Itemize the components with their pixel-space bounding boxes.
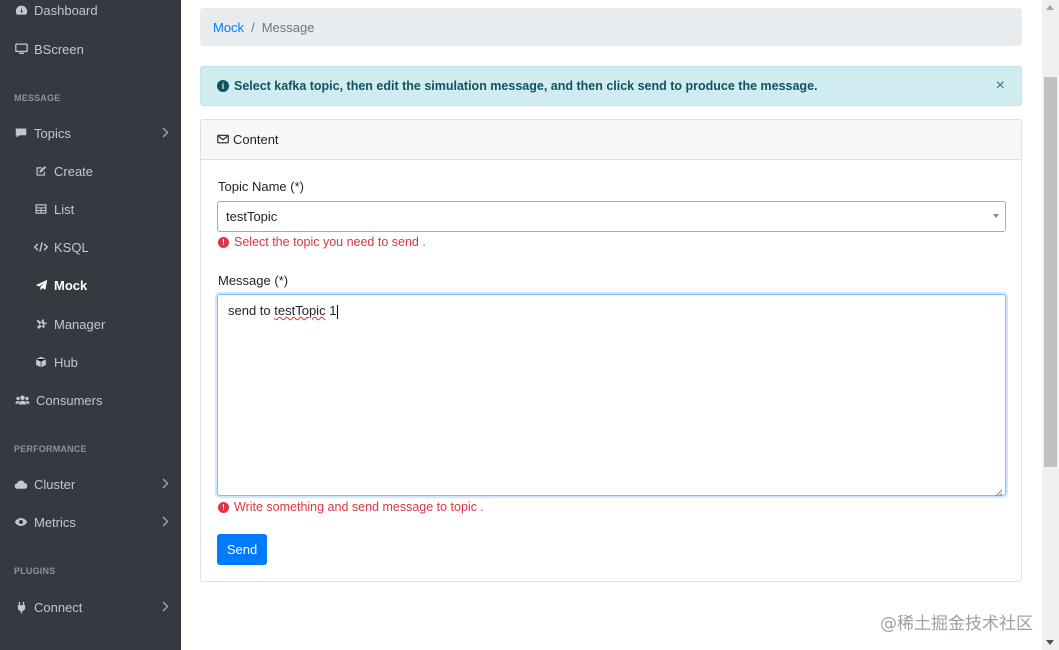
sidebar-item-ksql[interactable]: KSQL <box>0 230 181 264</box>
breadcrumb-current: Message <box>261 19 315 35</box>
sidebar-item-hub[interactable]: Hub <box>0 345 181 379</box>
info-alert: i Select kafka topic, then edit the simu… <box>200 66 1022 106</box>
card-header: Content <box>201 120 1021 160</box>
topic-name-label: Topic Name (*) <box>218 179 304 194</box>
sidebar-item-label: Hub <box>54 354 78 370</box>
exclamation-circle-icon: ! <box>218 501 229 513</box>
cube-icon <box>34 355 48 369</box>
message-text-prefix: send to <box>228 303 275 318</box>
sidebar-item-mock[interactable]: Mock <box>0 268 181 302</box>
desktop-icon <box>14 42 28 56</box>
sidebar-item-list[interactable]: List <box>0 192 181 226</box>
topic-select[interactable]: testTopic <box>217 201 1006 232</box>
resize-handle-icon[interactable] <box>995 485 1003 497</box>
users-icon <box>14 393 30 407</box>
comment-icon <box>14 126 28 140</box>
sidebar-item-connect[interactable]: Connect <box>0 590 181 624</box>
sidebar-item-topics[interactable]: Topics <box>0 116 181 150</box>
chevron-right-icon <box>162 477 169 492</box>
breadcrumb-link-mock[interactable]: Mock <box>213 20 244 35</box>
sidebar-item-create[interactable]: Create <box>0 154 181 188</box>
topic-select-value: testTopic <box>226 209 278 224</box>
dropdown-caret-icon <box>993 214 999 218</box>
sidebar-item-cluster[interactable]: Cluster <box>0 467 181 501</box>
sidebar-item-label: Topics <box>34 125 71 141</box>
info-circle-icon: i <box>217 80 229 92</box>
sidebar-item-label: Consumers <box>36 392 103 408</box>
sidebar-item-metrics[interactable]: Metrics <box>0 505 181 539</box>
sidebar-item-manager[interactable]: Manager <box>0 307 181 341</box>
sidebar-item-label: List <box>54 201 75 217</box>
send-button[interactable]: Send <box>217 534 267 565</box>
edit-icon <box>34 164 48 178</box>
sidebar-item-label: Create <box>54 163 94 179</box>
message-error: ! Write something and send message to to… <box>218 500 484 514</box>
sidebar-item-label: Dashboard <box>34 2 98 18</box>
code-icon <box>34 240 48 254</box>
message-label: Message (*) <box>218 273 289 288</box>
breadcrumb: Mock / Message <box>200 8 1022 46</box>
tools-icon <box>34 317 48 331</box>
message-text-word: testTopic <box>274 303 326 318</box>
sidebar-item-label: Manager <box>54 316 106 332</box>
sidebar-item-label: Mock <box>54 277 88 293</box>
sidebar-item-consumers[interactable]: Consumers <box>0 383 181 417</box>
eye-icon <box>14 515 28 529</box>
sidebar-item-bscreen[interactable]: BScreen <box>0 32 181 66</box>
sidebar-header-plugins: PLUGINS <box>14 566 56 576</box>
table-icon <box>34 202 48 216</box>
sidebar-item-label: Metrics <box>34 514 76 530</box>
chevron-right-icon <box>162 600 169 615</box>
message-textarea[interactable]: send to testTopic 1 <box>217 294 1006 497</box>
tachometer-icon <box>14 3 28 17</box>
exclamation-circle-icon: ! <box>218 236 229 248</box>
alert-text: Select kafka topic, then edit the simula… <box>234 79 818 93</box>
close-icon[interactable]: × <box>996 77 1005 95</box>
watermark: @稀土掘金技术社区 <box>880 614 1033 634</box>
message-text-suffix: 1 <box>325 303 337 318</box>
scrollbar-thumb[interactable] <box>1044 77 1057 467</box>
sidebar-item-label: Connect <box>34 599 83 615</box>
sidebar-header-performance: PERFORMANCE <box>14 444 87 454</box>
sidebar-item-dashboard[interactable]: Dashboard <box>0 0 181 27</box>
scroll-down-arrow-icon[interactable] <box>1046 640 1054 645</box>
chevron-right-icon <box>162 126 169 141</box>
sidebar-item-label: KSQL <box>54 239 89 255</box>
content-card: Content Topic Name (*) testTopic ! Selec… <box>200 119 1022 582</box>
topic-error: ! Select the topic you need to send . <box>218 235 426 249</box>
cloud-icon <box>14 477 28 491</box>
sidebar-header-message: MESSAGE <box>14 93 61 103</box>
sidebar-item-label: Cluster <box>34 476 76 492</box>
card-title: Content <box>233 132 279 147</box>
sidebar-item-label: BScreen <box>34 41 84 57</box>
chevron-right-icon <box>162 515 169 530</box>
sidebar: Dashboard BScreen MESSAGE Topics Create … <box>0 0 181 650</box>
topic-error-text: Select the topic you need to send . <box>234 235 426 249</box>
main-content: Mock / Message i Select kafka topic, the… <box>181 0 1042 650</box>
vertical-scrollbar[interactable] <box>1042 0 1059 650</box>
envelope-icon <box>217 132 229 147</box>
breadcrumb-separator: / <box>251 19 255 35</box>
scroll-up-arrow-icon[interactable] <box>1046 5 1054 10</box>
plug-icon <box>14 600 28 614</box>
paper-plane-icon <box>34 278 48 292</box>
text-cursor <box>337 304 339 319</box>
message-error-text: Write something and send message to topi… <box>234 500 484 514</box>
